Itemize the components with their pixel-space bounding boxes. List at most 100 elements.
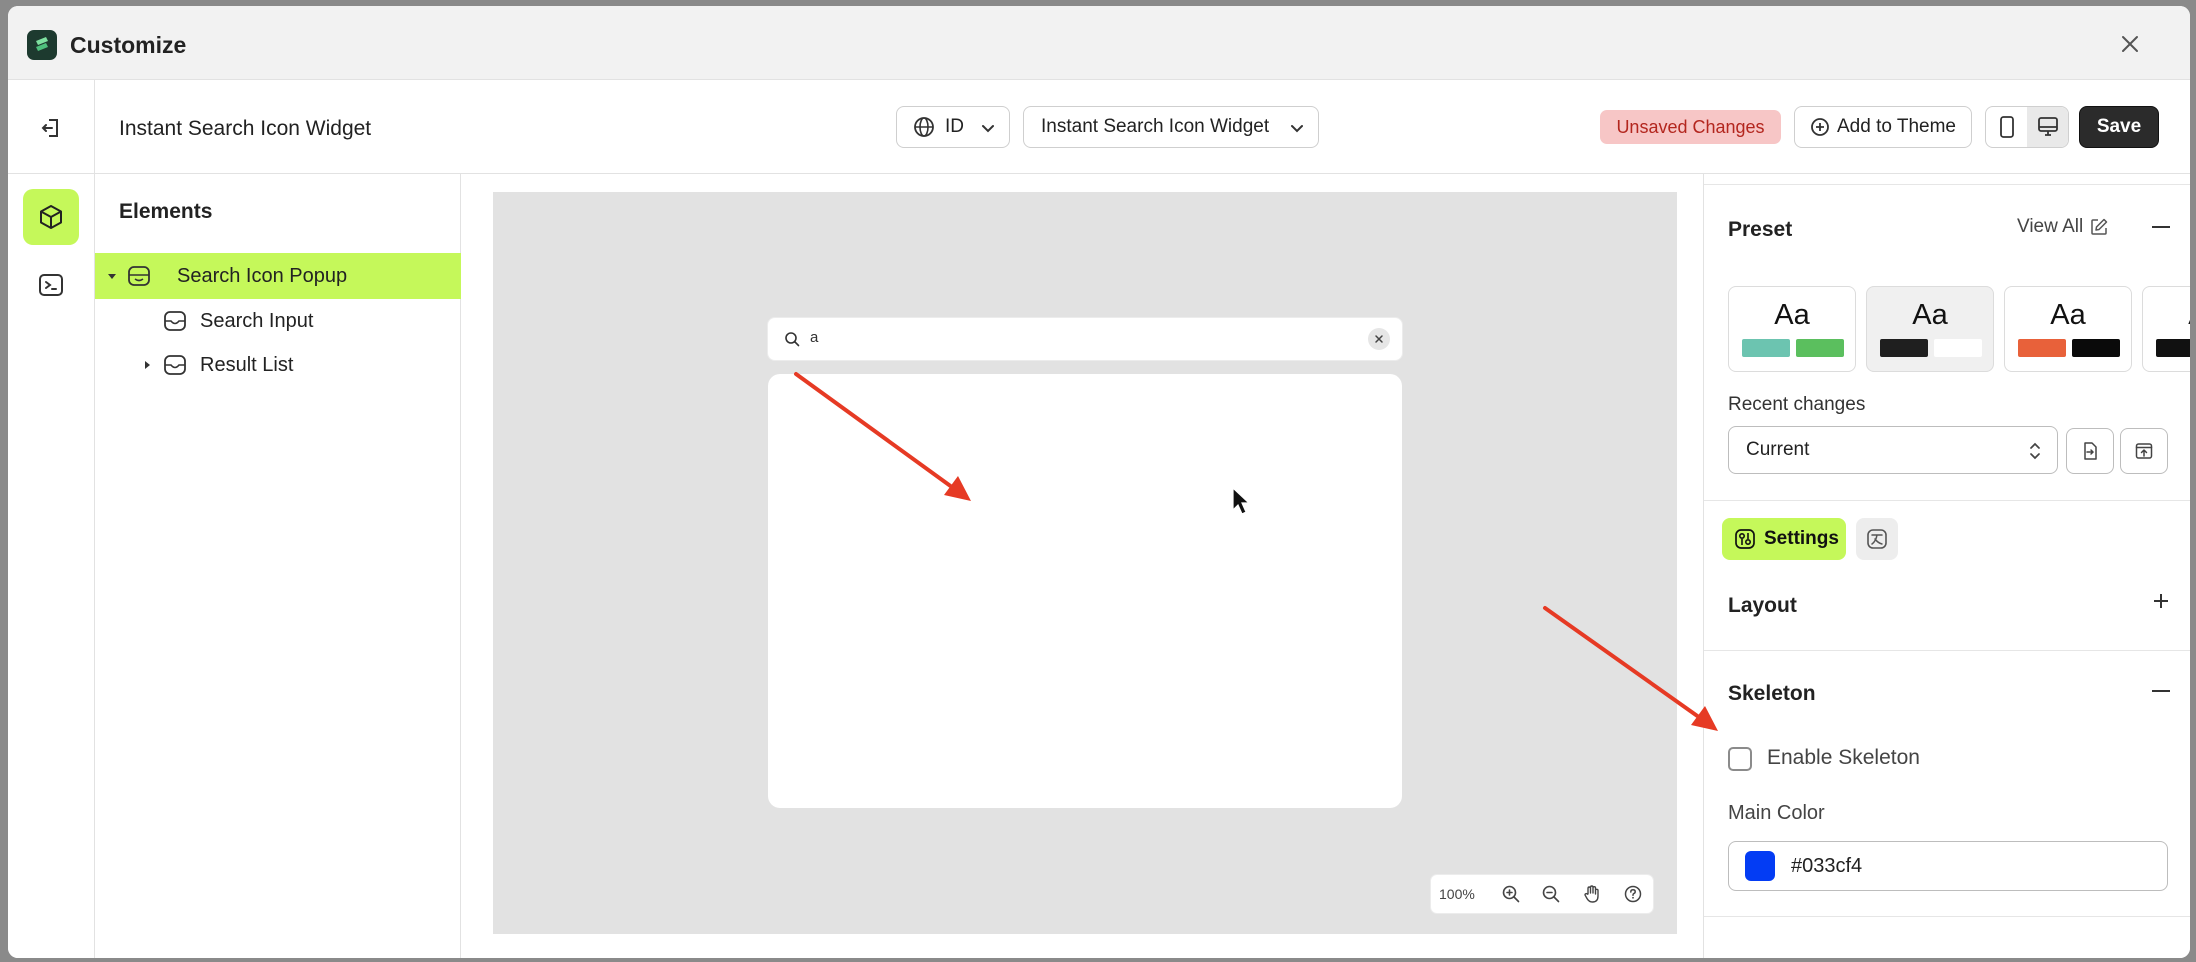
view-all-presets-link[interactable]: View All: [2017, 216, 2109, 238]
collapse-preset-button[interactable]: [2152, 226, 2170, 228]
preset-card[interactable]: Aa: [1728, 286, 1856, 372]
desktop-icon: [2037, 117, 2058, 136]
tree-item-search-input[interactable]: Search Input: [95, 298, 461, 344]
save-button[interactable]: Save: [2079, 106, 2159, 148]
preview-canvas[interactable]: a 100%: [493, 192, 1677, 934]
globe-icon: [914, 117, 934, 137]
caret-down-icon[interactable]: [106, 270, 118, 282]
title-bar: Customize: [8, 6, 2190, 80]
preset-sample: Aa: [2143, 299, 2190, 332]
template-select[interactable]: Instant Search Icon Widget: [1023, 106, 1319, 148]
elements-title: Elements: [119, 200, 213, 223]
zoom-out-button[interactable]: [1531, 875, 1572, 913]
unsaved-changes-badge: Unsaved Changes: [1600, 110, 1781, 144]
preset-swatch: [2156, 339, 2190, 357]
layout-title: Layout: [1728, 594, 1797, 617]
zoom-in-icon: [1502, 885, 1520, 903]
preset-card[interactable]: Aa: [1866, 286, 1994, 372]
settings-sliders-icon: [1735, 529, 1755, 549]
preset-swatch: [2018, 339, 2066, 357]
color-swatch[interactable]: [1745, 851, 1775, 881]
language-select[interactable]: ID: [896, 106, 1010, 148]
add-to-theme-label: Add to Theme: [1836, 116, 1956, 137]
preset-swatch: [1880, 339, 1928, 357]
hand-icon: [1584, 885, 1599, 903]
caret-right-icon[interactable]: [141, 359, 153, 371]
enable-skeleton-checkbox[interactable]: [1728, 747, 1752, 771]
desktop-view-button[interactable]: [2027, 107, 2068, 147]
preset-sample: Aa: [1774, 299, 1810, 331]
elements-tab-button[interactable]: [23, 189, 79, 245]
input-icon: [164, 311, 186, 331]
canvas-area: a 100%: [461, 174, 1703, 958]
chevron-updown-icon: [2030, 442, 2040, 460]
widget-title: Instant Search Icon Widget: [119, 117, 372, 140]
expand-layout-button[interactable]: [2152, 592, 2170, 610]
main-color-input[interactable]: #033cf4: [1728, 841, 2168, 891]
recent-changes-select[interactable]: Current: [1728, 426, 2058, 474]
tree-item-search-icon-popup[interactable]: Search Icon Popup: [95, 253, 461, 299]
chevron-down-icon: [982, 125, 994, 133]
preset-card[interactable]: Aa: [2142, 286, 2190, 372]
skeleton-title: Skeleton: [1728, 682, 1816, 705]
preview-search-input[interactable]: a: [768, 318, 1402, 360]
edit-icon: [2091, 218, 2108, 235]
top-toolbar: Instant Search Icon Widget ID Instant Se…: [8, 80, 2190, 174]
app-logo-icon: [27, 30, 57, 60]
help-button[interactable]: [1612, 875, 1653, 913]
settings-tab-label: Settings: [1764, 528, 1839, 549]
popup-icon: [128, 266, 150, 286]
main-color-value: #033cf4: [1791, 854, 1863, 877]
add-to-theme-button[interactable]: Add to Theme: [1794, 106, 1972, 148]
elements-panel: Elements Search Icon Popup Search Input …: [95, 174, 461, 958]
preset-swatch: [1742, 339, 1790, 357]
export-button[interactable]: [2120, 428, 2168, 474]
app-title: Customize: [70, 32, 187, 58]
preview-result-list: [768, 374, 1402, 808]
preset-sample: Aa: [2050, 299, 2086, 331]
template-value: Instant Search Icon Widget: [1041, 116, 1270, 137]
mobile-icon: [1999, 116, 2014, 138]
device-toggle: [1985, 106, 2069, 148]
preset-swatch: [2072, 339, 2120, 357]
close-window-button[interactable]: [2114, 28, 2146, 60]
language-value: ID: [945, 116, 964, 137]
import-button[interactable]: [2066, 428, 2114, 474]
tree-item-label: Search Icon Popup: [177, 265, 348, 287]
preset-swatch: [1934, 339, 1982, 357]
panel-divider: [1704, 184, 2190, 185]
pan-button[interactable]: [1572, 875, 1613, 913]
recent-changes-label: Recent changes: [1728, 394, 1866, 415]
code-tab-button[interactable]: [23, 257, 79, 313]
preset-sample: Aa: [1912, 299, 1948, 331]
mobile-view-button[interactable]: [1986, 107, 2027, 147]
plus-circle-icon: [1811, 118, 1829, 136]
customize-window: Customize Instant Search Icon Widget ID …: [8, 6, 2190, 958]
search-value: a: [810, 329, 819, 346]
terminal-icon: [39, 274, 63, 296]
panel-divider: [1704, 500, 2190, 501]
file-import-icon: [2084, 442, 2097, 460]
tree-item-label: Search Input: [200, 310, 314, 332]
upload-icon: [2135, 443, 2153, 459]
zoom-out-icon: [1543, 885, 1560, 903]
zoom-level: 100%: [1439, 886, 1475, 902]
preset-card[interactable]: Aa: [2004, 286, 2132, 372]
recent-changes-value: Current: [1746, 439, 1810, 460]
search-icon: [785, 332, 800, 347]
settings-tab[interactable]: Settings: [1722, 518, 1846, 560]
exit-button[interactable]: [33, 110, 69, 146]
translate-icon: [1867, 529, 1887, 549]
collapse-skeleton-button[interactable]: [2152, 690, 2170, 692]
preset-swatch: [1796, 339, 1844, 357]
translate-tab[interactable]: [1856, 518, 1898, 560]
tree-item-result-list[interactable]: Result List: [95, 342, 461, 388]
main-color-label: Main Color: [1728, 802, 1825, 824]
close-icon: [1375, 335, 1383, 343]
clear-search-button[interactable]: [1368, 328, 1390, 350]
tree-item-label: Result List: [200, 354, 294, 376]
chevron-down-icon: [1291, 125, 1303, 133]
zoom-in-button[interactable]: [1491, 875, 1532, 913]
preset-title: Preset: [1728, 218, 1793, 241]
left-rail: [8, 174, 95, 958]
